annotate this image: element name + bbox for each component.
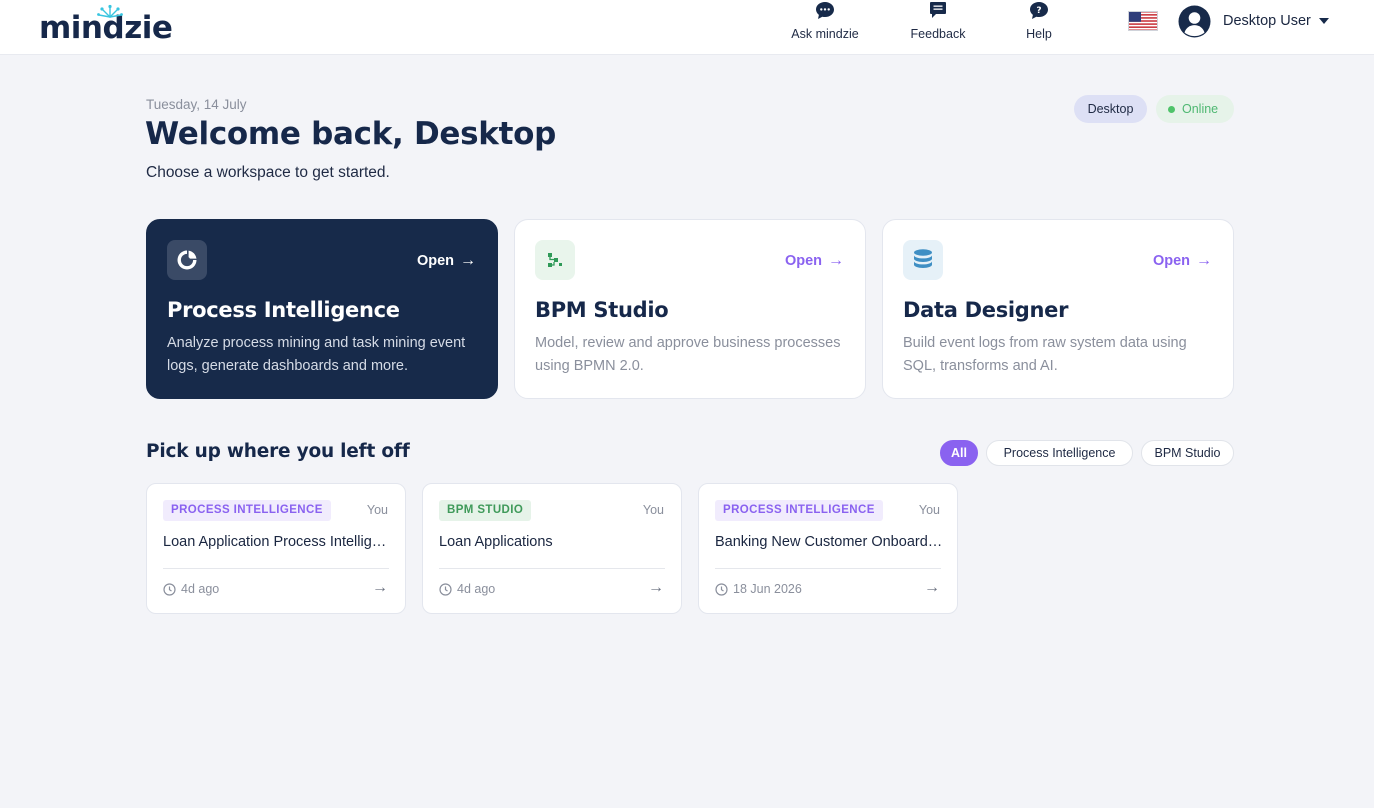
chat-bubble-icon [814, 0, 836, 20]
workspace-title: BPM Studio [535, 298, 669, 322]
page-title: Welcome back, Desktop [145, 116, 557, 152]
user-menu[interactable]: Desktop User [1178, 4, 1329, 38]
feedback-button[interactable]: Feedback [906, 0, 970, 55]
user-avatar-icon [1178, 5, 1211, 37]
mindzie-logo[interactable]: mindzie [39, 4, 173, 48]
status-badge: Online [1156, 95, 1234, 123]
workspace-description: Analyze process mining and task mining e… [167, 335, 466, 374]
process-intelligence-icon [167, 240, 207, 280]
item-name: Loan Applications [439, 534, 553, 550]
clock-icon [715, 582, 728, 596]
open-process-intelligence-link[interactable]: Open → [417, 252, 476, 270]
item-time-label: 4d ago [457, 582, 496, 596]
open-bpm-studio-link[interactable]: Open → [785, 252, 844, 270]
arrow-right-icon[interactable]: → [924, 579, 940, 597]
chevron-down-icon [1318, 18, 1329, 24]
item-type-tag: PROCESS INTELLIGENCE [163, 500, 331, 521]
recent-item[interactable]: PROCESS INTELLIGENCE You Banking New Cus… [698, 483, 958, 614]
item-time: 18 Jun 2026 [715, 582, 802, 596]
workspace-card-data-designer[interactable]: Open → Data Designer Build event logs fr… [882, 219, 1234, 399]
ask-mindzie-label: Ask mindzie [791, 27, 859, 41]
item-name: Loan Application Process Intelligence [163, 534, 391, 550]
arrow-right-icon[interactable]: → [372, 579, 388, 597]
open-label: Open [1152, 253, 1190, 269]
open-label: Open [416, 253, 454, 269]
arrow-right-icon[interactable]: → [648, 579, 664, 597]
feedback-label: Feedback [910, 27, 966, 41]
item-time-label: 4d ago [181, 582, 220, 596]
recent-section-title: Pick up where you left off [146, 441, 410, 462]
help-icon: ? [1028, 0, 1050, 20]
recent-item[interactable]: PROCESS INTELLIGENCE You Loan Applicatio… [146, 483, 406, 614]
arrow-right-icon: → [460, 252, 476, 269]
recent-item[interactable]: BPM STUDIO You Loan Applications 4d ago … [422, 483, 682, 614]
help-button[interactable]: ? Help [1022, 0, 1056, 55]
workspace-title: Process Intelligence [167, 298, 400, 322]
item-time: 4d ago [163, 582, 219, 596]
current-date: Tuesday, 14 July [146, 97, 247, 112]
divider [439, 568, 665, 569]
filter-bpm-studio[interactable]: BPM Studio [1141, 440, 1234, 466]
item-time: 4d ago [439, 582, 495, 596]
workspace-card-process-intelligence[interactable]: Open → Process Intelligence Analyze proc… [146, 219, 498, 399]
clock-icon [163, 582, 176, 596]
filter-all[interactable]: All [940, 440, 978, 466]
item-type-tag: PROCESS INTELLIGENCE [715, 500, 883, 521]
open-label: Open [784, 253, 822, 269]
item-time-label: 18 Jun 2026 [733, 582, 802, 596]
arrow-right-icon: → [828, 252, 844, 269]
database-icon [903, 240, 943, 280]
logo-spark-icon [97, 4, 123, 18]
filter-process-intelligence[interactable]: Process Intelligence [986, 440, 1133, 466]
arrow-right-icon: → [1196, 252, 1212, 269]
feedback-icon [927, 0, 949, 20]
divider [715, 568, 941, 569]
svg-text:?: ? [1036, 5, 1041, 15]
workspace-description: Model, review and approve business proce… [535, 335, 841, 374]
workspace-card-bpm-studio[interactable]: Open → BPM Studio Model, review and appr… [514, 219, 866, 399]
item-owner: You [918, 503, 940, 517]
online-dot-icon [1168, 106, 1175, 113]
page-subtitle: Choose a workspace to get started. [146, 164, 390, 181]
open-data-designer-link[interactable]: Open → [1153, 252, 1212, 270]
help-label: Help [1026, 27, 1052, 41]
top-bar: mindzie Ask mindzie Feedback ? Help Desk… [0, 0, 1374, 55]
clock-icon [439, 582, 452, 596]
ask-mindzie-button[interactable]: Ask mindzie [789, 0, 861, 55]
user-name: Desktop User [1223, 13, 1311, 29]
workspace-title: Data Designer [903, 298, 1069, 322]
item-owner: You [642, 503, 664, 517]
divider [163, 568, 389, 569]
item-owner: You [366, 503, 388, 517]
workspace-badge: Desktop [1074, 95, 1147, 123]
status-badge-label: Online [1182, 102, 1219, 116]
item-type-tag: BPM STUDIO [439, 500, 532, 521]
bpm-studio-icon [535, 240, 575, 280]
item-name: Banking New Customer Onboarding [715, 534, 943, 550]
us-flag-icon[interactable] [1128, 11, 1158, 31]
workspace-description: Build event logs from raw system data us… [903, 335, 1187, 374]
